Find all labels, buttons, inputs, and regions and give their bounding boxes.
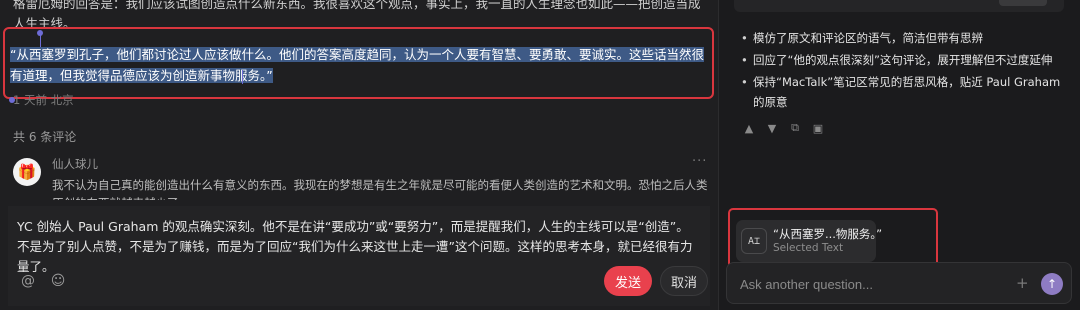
chip-title: “从西塞罗...物服务。”	[773, 227, 883, 241]
at-icon[interactable]: @	[19, 272, 37, 290]
post-meta: 1 天前 北京	[13, 93, 74, 107]
response-actions: ▲ ▼ ⧉ ▣	[741, 120, 826, 136]
text-icon: A⌶	[741, 228, 767, 254]
comment-author[interactable]: 仙人球儿	[52, 156, 98, 172]
chip-subtitle: Selected Text	[773, 242, 844, 254]
avatar[interactable]: 🎁	[13, 158, 41, 186]
list-item: 模仿了原文和评论区的语气，简洁但带有思辨	[741, 28, 1063, 48]
selection-start-handle[interactable]	[37, 30, 43, 36]
card-action-button[interactable]	[999, 0, 1047, 6]
gift-icon: 🎁	[17, 163, 37, 181]
response-bullets: 模仿了原文和评论区的语气，简洁但带有思辨 回应了“他的观点很深刻”这句评论，展开…	[741, 28, 1063, 114]
selection-end-handle-line	[242, 70, 243, 84]
more-icon[interactable]: ···	[692, 154, 707, 169]
reply-text[interactable]: YC 创始人 Paul Graham 的观点确实深刻。他不是在讲“要成功”或“要…	[17, 217, 697, 277]
copy-icon[interactable]: ⧉	[787, 120, 803, 136]
cancel-button[interactable]: 取消	[660, 266, 708, 296]
smile-icon[interactable]: ☺	[49, 272, 67, 290]
list-item: 回应了“他的观点很深刻”这句评论，展开理解但不过度延伸	[741, 50, 1063, 70]
comment-count: 共 6 条评论	[13, 130, 77, 144]
selected-quote[interactable]: “从西塞罗到孔子，他们都讨论过人应该做什么。他们的答案高度趋同，认为一个人要有智…	[10, 44, 710, 86]
comment-text: 我不认为自己真的能创造出什么有意义的东西。我现在的梦想是有生之年就是尽可能的看便…	[52, 178, 708, 200]
list-item: 保持“MacTalk”笔记区常见的哲思风格，贴近 Paul Graham 的原意	[741, 72, 1063, 112]
plus-icon[interactable]: +	[1016, 274, 1029, 292]
thumbs-down-icon[interactable]: ▼	[764, 120, 780, 136]
ask-input[interactable]	[740, 274, 1000, 294]
article-pane: 格雷厄姆的回答是：我们应该试图创造点什么新东西。我很喜欢这个观点，事实上，我一直…	[0, 0, 718, 310]
thumbs-up-icon[interactable]: ▲	[741, 120, 757, 136]
arrow-up-icon[interactable]: ↑	[1041, 273, 1063, 295]
image-icon[interactable]: ▣	[810, 120, 826, 136]
send-button[interactable]: 发送	[604, 266, 652, 296]
